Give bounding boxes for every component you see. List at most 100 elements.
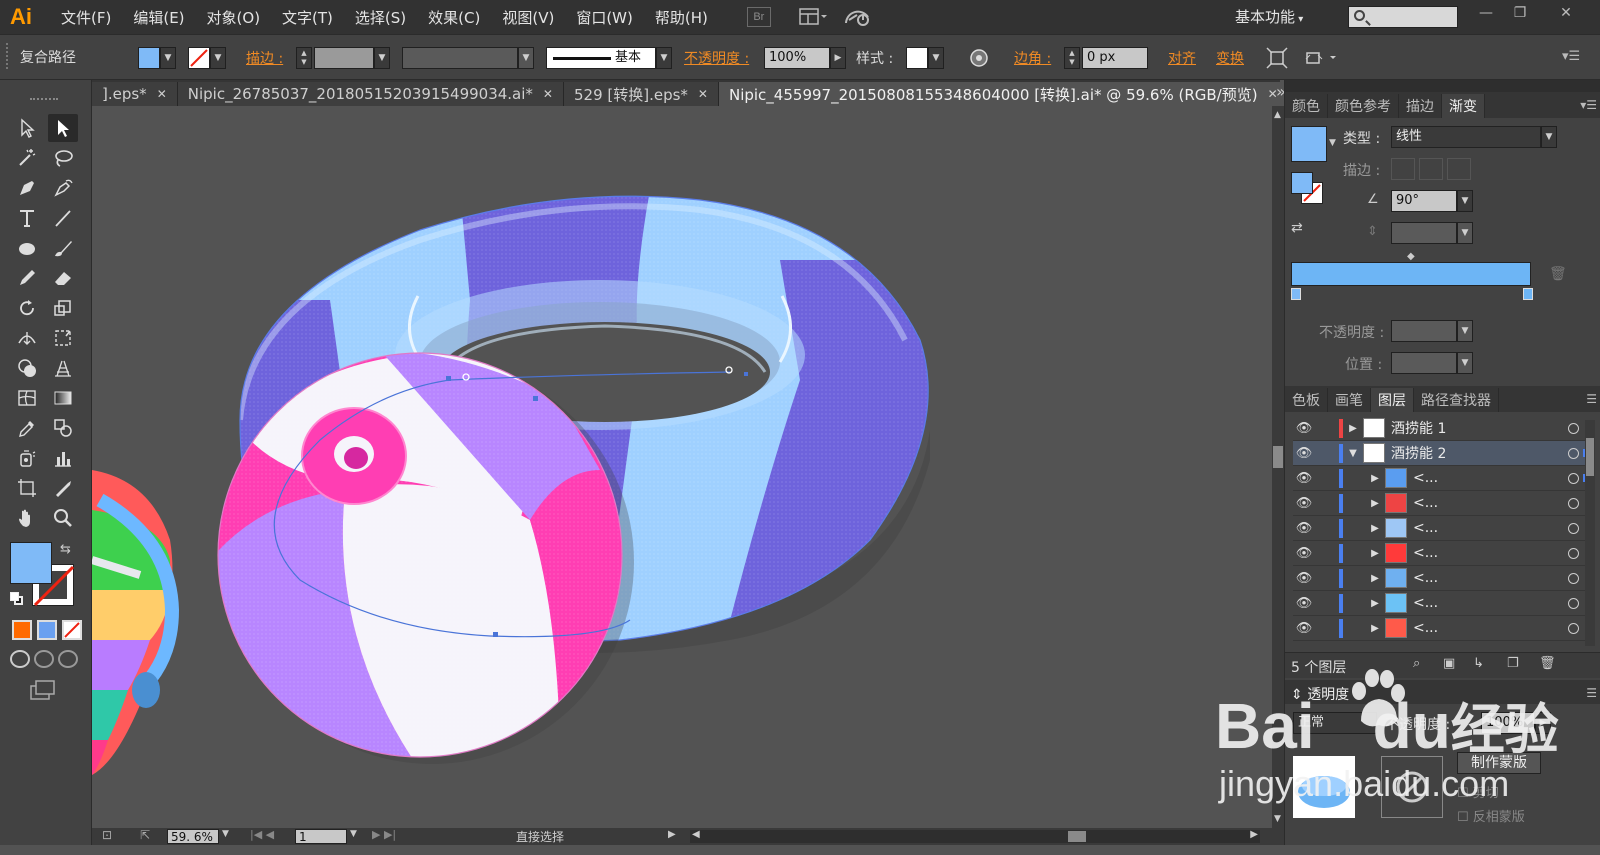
magic-wand-tool-icon[interactable]	[12, 144, 42, 172]
brush-definition[interactable]: 基本	[546, 47, 656, 69]
corner-stepper[interactable]: ▲ ▼	[1064, 47, 1080, 69]
control-bar-menu-icon[interactable]: ▾☰	[1562, 49, 1580, 64]
layer-row[interactable]: 👁 ▶ <...	[1293, 491, 1593, 516]
artboard-prev-buttons[interactable]: |◀ ◀	[250, 828, 274, 841]
layer-row[interactable]: 👁 ▶ <...	[1293, 541, 1593, 566]
visibility-eye-icon[interactable]: 👁	[1293, 521, 1315, 536]
artboard-dropdown[interactable]: ▼	[350, 829, 357, 839]
gradient-preview-swatch[interactable]	[1291, 126, 1327, 162]
free-transform-tool-icon[interactable]	[48, 324, 78, 352]
horizontal-scroll-thumb[interactable]	[1068, 831, 1086, 842]
variable-width-profile[interactable]	[402, 47, 518, 69]
curvature-tool-icon[interactable]	[48, 174, 78, 202]
layers-panel-tab-1[interactable]: 画笔	[1328, 388, 1371, 412]
corner-radius-input[interactable]: 0 px	[1082, 47, 1148, 69]
expand-closed-icon[interactable]: ▶	[1365, 498, 1385, 509]
stroke-weight-dropdown[interactable]: ▼	[374, 47, 390, 69]
layer-row[interactable]: 👁 ▼ 酒捞能 2	[1293, 441, 1593, 466]
new-sublayer-icon[interactable]: ↳	[1473, 656, 1484, 671]
layer-row[interactable]: 👁 ▶ <...	[1293, 566, 1593, 591]
layer-row[interactable]: 👁 ▶ <...	[1293, 466, 1593, 491]
restore-button[interactable]: ❐	[1506, 2, 1534, 24]
visibility-eye-icon[interactable]: 👁	[1293, 496, 1315, 511]
close-tab-icon[interactable]: ✕	[543, 87, 553, 101]
blend-mode-select[interactable]: 正常	[1293, 712, 1377, 734]
layer-row[interactable]: 👁 ▶ <...	[1293, 616, 1593, 641]
artboard-tool-icon[interactable]	[12, 474, 42, 502]
document-tab-1[interactable]: Nipic_26785037_20180515203915499034.ai* ✕	[177, 82, 564, 106]
menu-3[interactable]: 文字(T)	[271, 7, 344, 28]
close-tab-icon[interactable]: ✕	[157, 87, 167, 101]
share-icon[interactable]: ⇱	[140, 828, 150, 842]
slice-tool-icon[interactable]	[48, 474, 78, 502]
default-fill-stroke-icon[interactable]	[10, 592, 24, 606]
color-mode-button[interactable]	[12, 620, 32, 640]
gradient-tool-icon[interactable]	[48, 384, 78, 412]
expand-closed-icon[interactable]: ▶	[1365, 548, 1385, 559]
scroll-left-arrow[interactable]: ◀	[692, 829, 700, 840]
expand-closed-icon[interactable]: ▶	[1365, 598, 1385, 609]
visibility-eye-icon[interactable]: 👁	[1293, 621, 1315, 636]
status-menu-arrow[interactable]: ▶	[668, 829, 676, 840]
symbol-sprayer-tool-icon[interactable]	[12, 444, 42, 472]
mask-thumbnail[interactable]	[1381, 756, 1443, 818]
layers-scrollbar[interactable]	[1585, 420, 1595, 646]
hand-tool-icon[interactable]	[12, 504, 42, 532]
draw-behind-icon[interactable]	[34, 650, 54, 668]
swap-fill-stroke-icon[interactable]: ⇆	[60, 542, 71, 557]
apply-within-stroke-button[interactable]	[1391, 158, 1415, 180]
isolate-group-icon[interactable]	[1266, 47, 1288, 69]
width-tool-icon[interactable]	[12, 324, 42, 352]
gradient-location-dropdown[interactable]: ▼	[1457, 352, 1473, 374]
rotate-tool-icon[interactable]	[12, 294, 42, 322]
gradient-panel-tab-1[interactable]: 颜色参考	[1328, 94, 1399, 118]
apply-across-stroke-button[interactable]	[1447, 158, 1471, 180]
fill-dropdown[interactable]: ▼	[160, 47, 176, 69]
search-input[interactable]	[1348, 6, 1458, 28]
invert-mask-checkbox[interactable]: ☐ 反相蒙版	[1457, 806, 1525, 825]
clip-checkbox[interactable]: ☐ 剪切	[1457, 782, 1499, 801]
delete-layer-icon[interactable]: 🗑	[1539, 656, 1556, 671]
paintbrush-tool-icon[interactable]	[48, 234, 78, 262]
visibility-eye-icon[interactable]: 👁	[1293, 446, 1315, 461]
align-link[interactable]: 对齐	[1168, 48, 1196, 68]
visibility-eye-icon[interactable]: 👁	[1293, 546, 1315, 561]
brush-dropdown[interactable]: ▼	[656, 47, 672, 69]
artboard-canvas[interactable]	[92, 106, 1272, 828]
zoom-dropdown[interactable]: ▼	[222, 829, 236, 844]
vertical-scrollbar[interactable]: ▲ ▼	[1272, 106, 1284, 828]
expand-open-icon[interactable]: ▼	[1343, 448, 1363, 459]
gradient-panel-tab-2[interactable]: 描边	[1399, 94, 1442, 118]
target-circle-icon[interactable]	[1568, 422, 1579, 434]
none-mode-button[interactable]	[62, 620, 82, 640]
gradient-mode-button[interactable]	[37, 620, 57, 640]
layer-row[interactable]: 👁 ▶ <...	[1293, 516, 1593, 541]
expand-closed-icon[interactable]: ▶	[1365, 523, 1385, 534]
expand-closed-icon[interactable]: ▶	[1365, 623, 1385, 634]
scroll-up-arrow[interactable]: ▲	[1274, 110, 1281, 120]
visibility-eye-icon[interactable]: 👁	[1293, 421, 1315, 436]
target-circle-icon[interactable]	[1568, 547, 1579, 559]
menu-0[interactable]: 文件(F)	[50, 7, 122, 28]
artboard-next-buttons[interactable]: ▶ ▶|	[372, 828, 396, 841]
draw-inside-icon[interactable]	[58, 650, 78, 668]
visibility-eye-icon[interactable]: 👁	[1293, 596, 1315, 611]
gradient-angle-dropdown[interactable]: ▼	[1457, 190, 1473, 212]
type-tool-icon[interactable]	[12, 204, 42, 232]
transparency-opacity-arrow[interactable]: ▶	[1535, 712, 1551, 734]
screen-mode-icon[interactable]	[30, 680, 56, 700]
target-circle-icon[interactable]	[1568, 472, 1579, 484]
gradient-preset-dropdown[interactable]: ▼	[1329, 138, 1336, 148]
gradient-slider-bar[interactable]	[1291, 262, 1531, 286]
expand-closed-icon[interactable]: ▶	[1365, 473, 1385, 484]
menu-7[interactable]: 窗口(W)	[565, 7, 644, 28]
line-segment-tool-icon[interactable]	[48, 204, 78, 232]
lasso-tool-icon[interactable]	[48, 144, 78, 172]
layer-row[interactable]: 👁 ▶ 酒捞能 1	[1293, 416, 1593, 441]
pen-tool-icon[interactable]	[12, 174, 42, 202]
target-circle-icon[interactable]	[1568, 597, 1579, 609]
graphic-style-swatch[interactable]	[906, 47, 928, 69]
layers-panel-tab-0[interactable]: 色板	[1285, 388, 1328, 412]
arrange-documents-icon[interactable]	[799, 7, 835, 27]
close-window-button[interactable]: ✕	[1552, 2, 1580, 24]
